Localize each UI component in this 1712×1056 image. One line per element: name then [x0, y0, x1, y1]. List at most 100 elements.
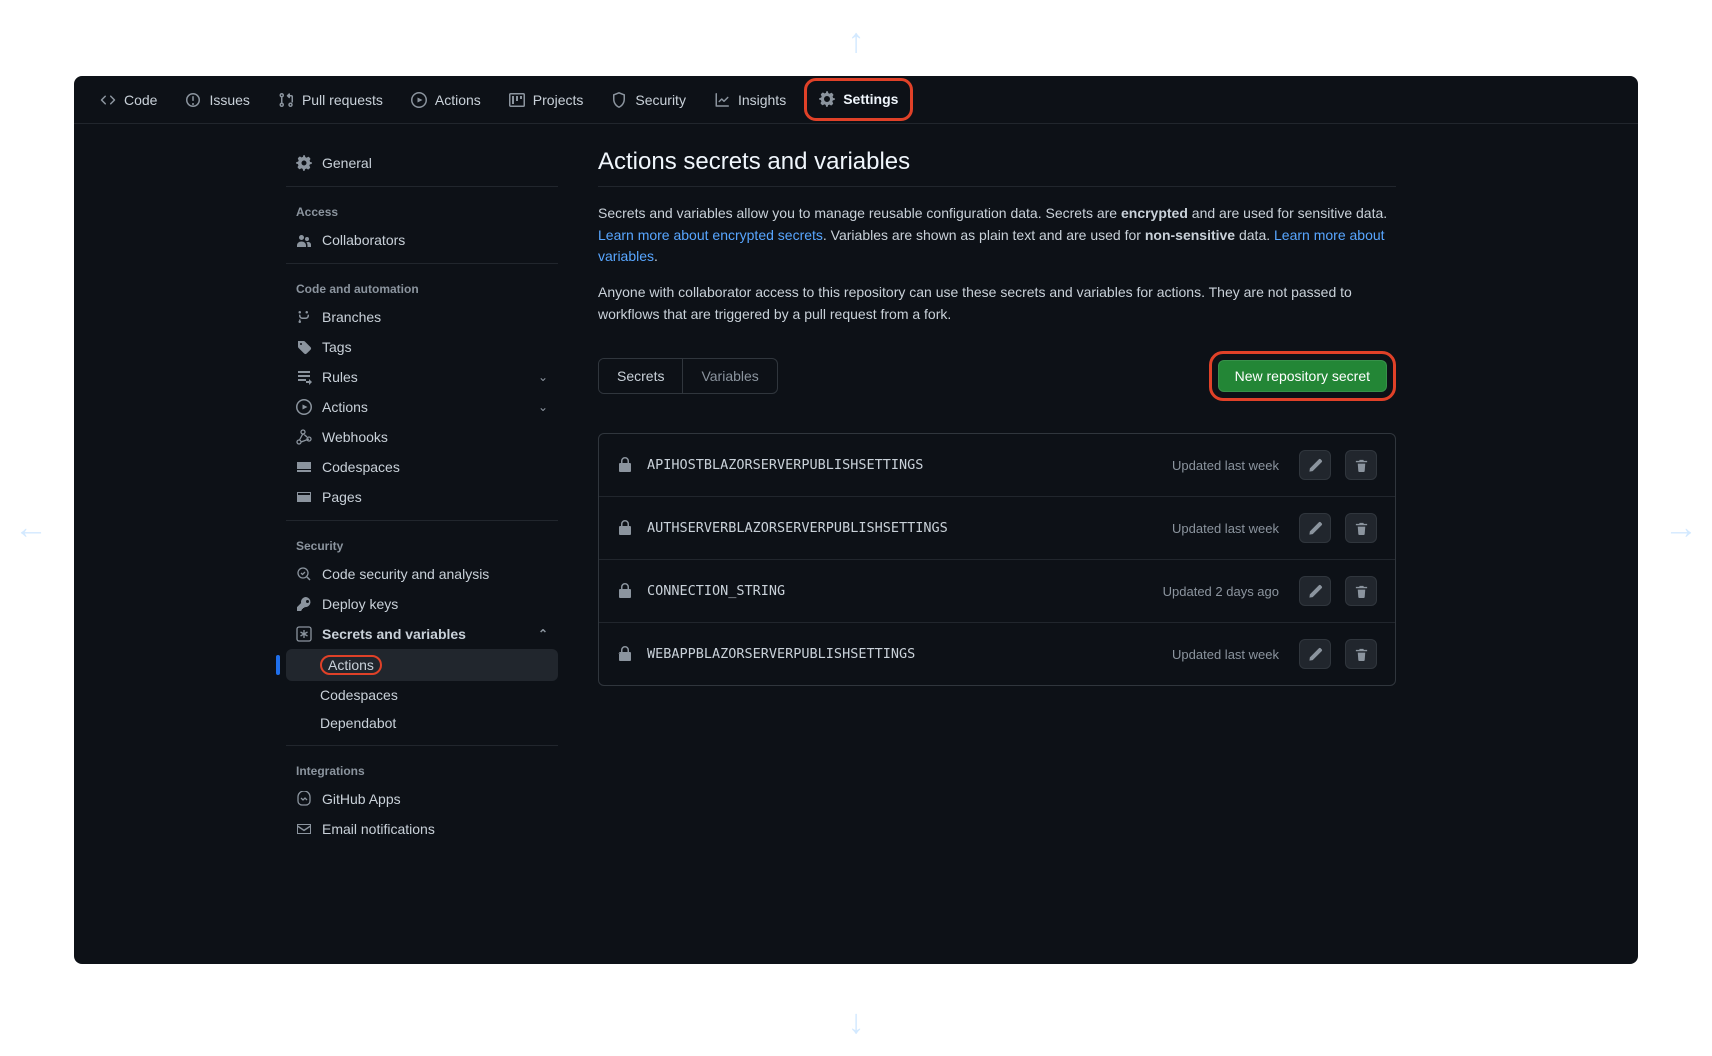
sidebar-actions[interactable]: Actions ⌄ [286, 392, 558, 422]
codespaces-icon [296, 459, 312, 475]
sidebar-sv-dependabot-label: Dependabot [320, 715, 396, 731]
sidebar-deploy-keys[interactable]: Deploy keys [286, 589, 558, 619]
code-scan-icon [296, 566, 312, 582]
desc-text: Secrets and variables allow you to manag… [598, 205, 1121, 221]
shield-icon [611, 92, 627, 108]
nav-settings[interactable]: Settings [809, 83, 908, 115]
sidebar-rules-label: Rules [322, 369, 358, 385]
delete-secret-button[interactable] [1345, 450, 1377, 480]
sidebar-pages[interactable]: Pages [286, 482, 558, 512]
desc-bold-nonsensitive: non-sensitive [1145, 227, 1235, 243]
sidebar-email-notifications[interactable]: Email notifications [286, 814, 558, 844]
settings-sidebar: General Access Collaborators Code and au… [254, 148, 574, 844]
sidebar-codespaces[interactable]: Codespaces [286, 452, 558, 482]
nav-actions[interactable]: Actions [401, 84, 491, 116]
tab-variables[interactable]: Variables [682, 359, 776, 393]
chevron-up-icon: ⌃ [538, 627, 548, 641]
code-icon [100, 92, 116, 108]
arrow-left-decoration: ← [14, 509, 48, 548]
secret-name: CONNECTION_STRING [647, 583, 1149, 599]
branch-icon [296, 309, 312, 325]
project-icon [509, 92, 525, 108]
sidebar-general[interactable]: General [286, 148, 558, 178]
sidebar-email-notifications-label: Email notifications [322, 821, 435, 837]
desc-text: . [654, 248, 658, 264]
secret-row: CONNECTION_STRING Updated 2 days ago [599, 559, 1395, 622]
nav-security[interactable]: Security [601, 84, 696, 116]
tabs-row: Secrets Variables New repository secret [598, 351, 1396, 401]
arrow-up-decoration: ↑ [848, 22, 865, 61]
sidebar-actions-label: Actions [322, 399, 368, 415]
new-secret-highlight: New repository secret [1209, 351, 1396, 401]
desc-bold-encrypted: encrypted [1121, 205, 1188, 221]
rules-icon [296, 369, 312, 385]
nav-security-label: Security [635, 90, 686, 110]
nav-projects-label: Projects [533, 90, 584, 110]
sidebar-github-apps[interactable]: GitHub Apps [286, 784, 558, 814]
sidebar-code-security[interactable]: Code security and analysis [286, 559, 558, 589]
sidebar-codespaces-label: Codespaces [322, 459, 400, 475]
delete-secret-button[interactable] [1345, 639, 1377, 669]
nav-code[interactable]: Code [90, 84, 167, 116]
asterisk-icon [296, 626, 312, 642]
link-encrypted-secrets[interactable]: Learn more about encrypted secrets [598, 227, 823, 243]
secrets-list: APIHOSTBLAZORSERVERPUBLISHSETTINGS Updat… [598, 433, 1396, 686]
chevron-down-icon: ⌄ [538, 370, 548, 384]
sidebar-sv-dependabot[interactable]: Dependabot [286, 709, 558, 737]
sidebar-secrets-variables[interactable]: Secrets and variables ⌃ [286, 619, 558, 649]
sidebar-collaborators[interactable]: Collaborators [286, 225, 558, 255]
sidebar-section-security: Security [286, 529, 558, 559]
sidebar-divider [286, 263, 558, 264]
play-circle-icon [296, 399, 312, 415]
delete-secret-button[interactable] [1345, 513, 1377, 543]
sidebar-sv-actions[interactable]: Actions [286, 649, 558, 681]
nav-pr-label: Pull requests [302, 90, 383, 110]
lock-icon [617, 520, 633, 536]
nav-projects[interactable]: Projects [499, 84, 594, 116]
secret-name: AUTHSERVERBLAZORSERVERPUBLISHSETTINGS [647, 520, 1158, 536]
sidebar-sv-codespaces-label: Codespaces [320, 687, 398, 703]
secret-updated: Updated 2 days ago [1163, 584, 1279, 599]
main-content: Actions secrets and variables Secrets an… [574, 148, 1444, 844]
secrets-variables-tabs: Secrets Variables [598, 358, 778, 394]
sidebar-divider [286, 520, 558, 521]
nav-pull-requests[interactable]: Pull requests [268, 84, 393, 116]
sidebar-tags[interactable]: Tags [286, 332, 558, 362]
secret-updated: Updated last week [1172, 458, 1279, 473]
nav-code-label: Code [124, 90, 157, 110]
sidebar-collaborators-label: Collaborators [322, 232, 405, 248]
secret-name: APIHOSTBLAZORSERVERPUBLISHSETTINGS [647, 457, 1158, 473]
sidebar-sv-actions-highlight: Actions [320, 655, 382, 675]
edit-secret-button[interactable] [1299, 576, 1331, 606]
sidebar-pages-label: Pages [322, 489, 362, 505]
webhook-icon [296, 429, 312, 445]
secret-row: AUTHSERVERBLAZORSERVERPUBLISHSETTINGS Up… [599, 496, 1395, 559]
sidebar-branches[interactable]: Branches [286, 302, 558, 332]
sidebar-branches-label: Branches [322, 309, 381, 325]
sidebar-divider [286, 745, 558, 746]
sidebar-rules[interactable]: Rules ⌄ [286, 362, 558, 392]
new-repository-secret-button[interactable]: New repository secret [1218, 360, 1387, 392]
sidebar-code-security-label: Code security and analysis [322, 566, 489, 582]
sidebar-webhooks[interactable]: Webhooks [286, 422, 558, 452]
tab-secrets[interactable]: Secrets [599, 359, 682, 393]
chevron-down-icon: ⌄ [538, 400, 548, 414]
sidebar-sv-actions-label: Actions [328, 657, 374, 673]
edit-secret-button[interactable] [1299, 450, 1331, 480]
mail-icon [296, 821, 312, 837]
tag-icon [296, 339, 312, 355]
sidebar-general-label: General [322, 155, 372, 171]
page-title: Actions secrets and variables [598, 148, 1396, 176]
nav-insights[interactable]: Insights [704, 84, 796, 116]
edit-secret-button[interactable] [1299, 513, 1331, 543]
delete-secret-button[interactable] [1345, 576, 1377, 606]
edit-secret-button[interactable] [1299, 639, 1331, 669]
nav-issues[interactable]: Issues [175, 84, 259, 116]
hubot-icon [296, 791, 312, 807]
nav-issues-label: Issues [209, 90, 249, 110]
sidebar-sv-codespaces[interactable]: Codespaces [286, 681, 558, 709]
lock-icon [617, 457, 633, 473]
nav-actions-label: Actions [435, 90, 481, 110]
sidebar-section-integrations: Integrations [286, 754, 558, 784]
desc-text: data. [1235, 227, 1274, 243]
